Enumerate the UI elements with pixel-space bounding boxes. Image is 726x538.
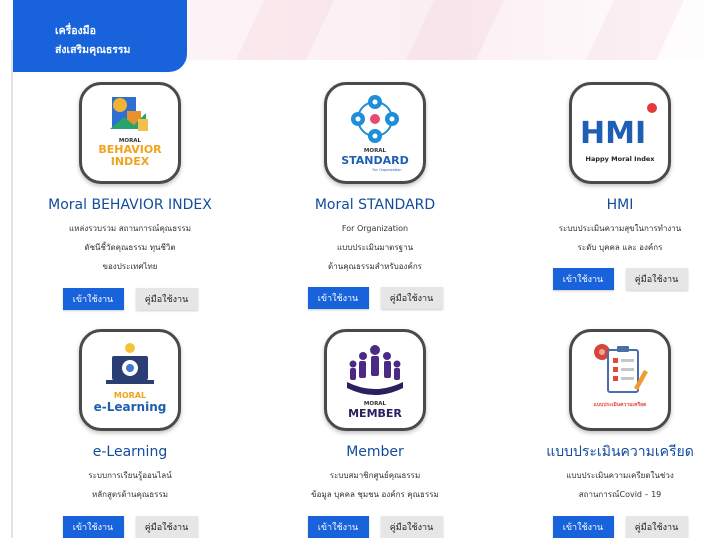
stress-assessment-logo-icon[interactable]: แบบประเมินความเครียด	[569, 329, 671, 431]
card-description: แหล่งรวบรวม สถานการณ์คุณธรรม ดัชนีชี้วัด…	[15, 219, 245, 276]
card-hmi: HMI Happy Moral Index HMI ระบบประเมินควา…	[505, 82, 726, 290]
moral-member-logo-icon[interactable]: MORAL MEMBER	[324, 329, 426, 431]
card-description: ระบบประเมินความสุขในการทำงาน ระดับ บุคคล…	[505, 219, 726, 257]
moral-elearning-logo-icon[interactable]: MORAL e-Learning	[79, 329, 181, 431]
manual-button[interactable]: คู่มือใช้งาน	[380, 287, 443, 309]
logo-happy-moral-index-text: Happy Moral Index	[586, 155, 656, 163]
card-e-learning: MORAL e-Learning e-Learning ระบบการเรียน…	[15, 329, 245, 538]
manual-button[interactable]: คู่มือใช้งาน	[135, 516, 198, 538]
card-moral-behavior-index: MORAL BEHAVIOR INDEX Moral BEHAVIOR INDE…	[15, 82, 245, 310]
moral-behavior-index-logo-icon[interactable]: MORAL BEHAVIOR INDEX	[79, 82, 181, 184]
happy-moral-index-logo-icon[interactable]: HMI Happy Moral Index	[569, 82, 671, 184]
moral-standard-logo-icon[interactable]: MORAL STANDARD For Organization	[324, 82, 426, 184]
card-title: Moral STANDARD	[314, 197, 436, 213]
card-title: Member	[346, 444, 404, 460]
section-title-line1: เครื่องมือ	[55, 25, 96, 37]
enter-button[interactable]: เข้าใช้งาน	[307, 287, 369, 309]
enter-button[interactable]: เข้าใช้งาน	[552, 268, 614, 290]
logo-moral-text: MORAL	[114, 391, 146, 400]
card-title: e-Learning	[92, 444, 168, 460]
card-title: HMI	[606, 197, 634, 213]
card-description: แบบประเมินความเครียดในช่วง สถานการณ์Covi…	[505, 466, 726, 504]
card-member: MORAL MEMBER Member ระบบสมาชิกศูนย์คุณธร…	[260, 329, 490, 538]
logo-index-text: INDEX	[111, 155, 150, 168]
desc-line: ข้อมูล บุคคล ชุมชน องค์กร คุณธรรม	[311, 490, 439, 499]
moral-behavior-index-graphic: MORAL BEHAVIOR INDEX	[98, 97, 162, 168]
card-description: ระบบสมาชิกศูนย์คุณธรรม ข้อมูล บุคคล ชุมช…	[260, 466, 490, 504]
card-actions: เข้าใช้งาน คู่มือใช้งาน	[15, 516, 245, 538]
card-actions: เข้าใช้งาน คู่มือใช้งาน	[260, 287, 490, 309]
desc-line: ของประเทศไทย	[102, 262, 158, 271]
section-title-line2: ส่งเสริมคุณธรรม	[55, 44, 131, 56]
logo-member-text: MEMBER	[348, 407, 402, 420]
logo-hmi-text: HMI	[580, 116, 646, 151]
desc-line: For Organization	[341, 224, 409, 233]
desc-line: ระบบการเรียนรู้ออนไลน์	[88, 471, 172, 480]
card-stress-assessment: แบบประเมินความเครียด แบบประเมินความเครีย…	[505, 329, 726, 538]
hmi-graphic: HMI Happy Moral Index	[580, 103, 657, 163]
logo-stress-text: แบบประเมินความเครียด	[594, 401, 647, 408]
desc-line: แบบประเมินมาตรฐาน	[336, 243, 414, 252]
desc-line: ดัชนีชี้วัดคุณธรรม ทุนชีวิต	[84, 243, 176, 252]
desc-line: แหล่งรวบรวม สถานการณ์คุณธรรม	[69, 224, 191, 233]
manual-button[interactable]: คู่มือใช้งาน	[380, 516, 443, 538]
enter-button[interactable]: เข้าใช้งาน	[552, 516, 614, 538]
desc-line: ระบบประเมินความสุขในการทำงาน	[558, 224, 682, 233]
card-actions: เข้าใช้งาน คู่มือใช้งาน	[505, 516, 726, 538]
logo-for-organization-text: For Organization	[373, 168, 402, 172]
moral-standard-graphic: MORAL STANDARD For Organization	[341, 95, 409, 172]
desc-line: ระบบสมาชิกศูนย์คุณธรรม	[329, 471, 421, 480]
enter-button[interactable]: เข้าใช้งาน	[62, 288, 124, 310]
desc-line: ระดับ บุคคล และ องค์กร	[577, 243, 663, 252]
enter-button[interactable]: เข้าใช้งาน	[62, 516, 124, 538]
card-description: ระบบการเรียนรู้ออนไลน์ หลักสูตรด้านคุณธร…	[15, 466, 245, 504]
desc-line: ด้านคุณธรรมสำหรับองค์กร	[328, 262, 422, 271]
card-title: Moral BEHAVIOR INDEX	[48, 197, 212, 213]
card-description: For Organization แบบประเมินมาตรฐาน ด้านค…	[260, 219, 490, 276]
manual-button[interactable]: คู่มือใช้งาน	[135, 288, 198, 310]
card-actions: เข้าใช้งาน คู่มือใช้งาน	[15, 288, 245, 310]
card-actions: เข้าใช้งาน คู่มือใช้งาน	[260, 516, 490, 538]
left-border	[11, 40, 13, 538]
enter-button[interactable]: เข้าใช้งาน	[307, 516, 369, 538]
section-header-tab: เครื่องมือ ส่งเสริมคุณธรรม	[13, 0, 187, 72]
member-graphic: MORAL MEMBER	[347, 345, 403, 420]
elearning-graphic: MORAL e-Learning	[94, 343, 167, 414]
card-moral-standard: MORAL STANDARD For Organization Moral ST…	[260, 82, 490, 309]
desc-line: แบบประเมินความเครียดในช่วง	[566, 471, 674, 480]
card-title: แบบประเมินความเครียด	[546, 444, 694, 460]
logo-elearning-text: e-Learning	[94, 400, 167, 414]
manual-button[interactable]: คู่มือใช้งาน	[625, 516, 688, 538]
desc-line: หลักสูตรด้านคุณธรรม	[91, 490, 169, 499]
logo-standard-text: STANDARD	[341, 154, 409, 167]
manual-button[interactable]: คู่มือใช้งาน	[625, 268, 688, 290]
card-actions: เข้าใช้งาน คู่มือใช้งาน	[505, 268, 726, 290]
stress-assessment-graphic: แบบประเมินความเครียด	[594, 344, 648, 408]
desc-line: สถานการณ์Covid – 19	[578, 490, 662, 499]
